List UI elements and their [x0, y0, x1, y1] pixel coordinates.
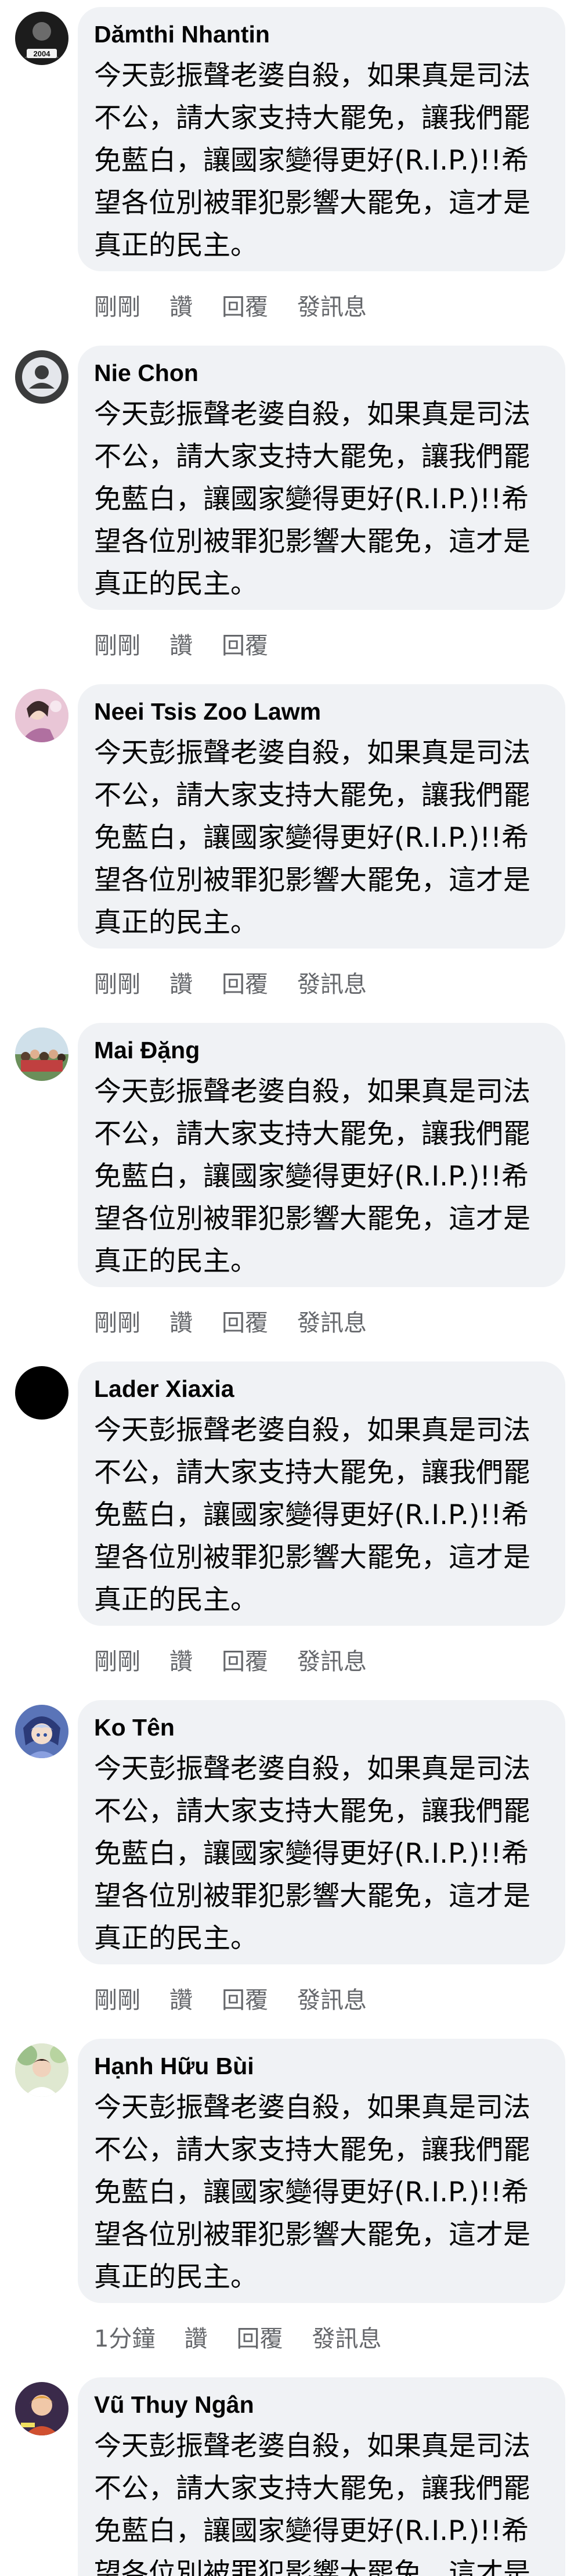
avatar-image: [15, 2382, 68, 2435]
comment-author[interactable]: Mai Đặng: [94, 1036, 200, 1065]
avatar-image: [15, 1705, 68, 1758]
comment-bubble: Ko Tên 今天彭振聲老婆自殺，如果真是司法不公，請大家支持大罷免，讓我們罷免…: [78, 1700, 565, 1964]
comment-author[interactable]: Hạnh Hữu Bùi: [94, 2052, 254, 2081]
comment-actions: 剛剛 讚 回覆 發訊息: [94, 966, 367, 998]
send-message-button[interactable]: 發訊息: [312, 2320, 381, 2354]
send-message-button[interactable]: 發訊息: [297, 288, 367, 322]
comment-author[interactable]: Ko Tên: [94, 1713, 175, 1742]
comment-actions: 剛剛 讚 回覆: [94, 627, 268, 660]
comment-bubble: Vũ Thuy Ngân 今天彭振聲老婆自殺，如果真是司法不公，請大家支持大罷免…: [78, 2377, 565, 2576]
like-button[interactable]: 讚: [169, 1981, 193, 2015]
avatar[interactable]: 2004: [15, 12, 68, 65]
comment-bubble: Neei Tsis Zoo Lawm 今天彭振聲老婆自殺，如果真是司法不公，請大…: [78, 684, 565, 949]
avatar[interactable]: [15, 1027, 68, 1081]
send-message-button[interactable]: 發訊息: [297, 1981, 367, 2015]
send-message-button[interactable]: 發訊息: [297, 1643, 367, 1676]
comment-item: Vũ Thuy Ngân 今天彭振聲老婆自殺，如果真是司法不公，請大家支持大罷免…: [0, 2370, 585, 2576]
avatar-image: [15, 2043, 68, 2097]
avatar[interactable]: [15, 1366, 68, 1420]
like-button[interactable]: 讚: [169, 288, 193, 322]
comment-timestamp[interactable]: 剛剛: [94, 1643, 140, 1676]
reply-button[interactable]: 回覆: [222, 288, 268, 322]
avatar[interactable]: [15, 350, 68, 404]
comment-text: 今天彭振聲老婆自殺，如果真是司法不公，請大家支持大罷免，讓我們罷免藍白，讓國家變…: [94, 737, 530, 939]
avatar-image: [15, 1366, 68, 1420]
comment-item: Neei Tsis Zoo Lawm 今天彭振聲老婆自殺，如果真是司法不公，請大…: [0, 677, 585, 1009]
comment-author[interactable]: Lader Xiaxia: [94, 1374, 234, 1403]
comment-author[interactable]: Dămthi Nhantin: [94, 20, 270, 49]
comment-item: Nie Chon 今天彭振聲老婆自殺，如果真是司法不公，請大家支持大罷免，讓我們…: [0, 339, 585, 671]
comment-bubble: Lader Xiaxia 今天彭振聲老婆自殺，如果真是司法不公，請大家支持大罷免…: [78, 1361, 565, 1626]
comment-timestamp[interactable]: 剛剛: [94, 965, 140, 999]
avatar-image: 2004: [15, 12, 68, 65]
reply-button[interactable]: 回覆: [222, 1304, 268, 1338]
comment-timestamp[interactable]: 剛剛: [94, 1304, 140, 1338]
comment-timestamp[interactable]: 剛剛: [94, 1981, 140, 2015]
like-button[interactable]: 讚: [169, 965, 193, 999]
comment-text: 今天彭振聲老婆自殺，如果真是司法不公，請大家支持大罷免，讓我們罷免藍白，讓國家變…: [94, 60, 530, 261]
comment-text: 今天彭振聲老婆自殺，如果真是司法不公，請大家支持大罷免，讓我們罷免藍白，讓國家變…: [94, 398, 530, 600]
comment-bubble: Nie Chon 今天彭振聲老婆自殺，如果真是司法不公，請大家支持大罷免，讓我們…: [78, 346, 565, 610]
comment-actions: 剛剛 讚 回覆 發訊息: [94, 289, 367, 321]
comment-item: Mai Đặng 今天彭振聲老婆自殺，如果真是司法不公，請大家支持大罷免，讓我們…: [0, 1016, 585, 1348]
like-button[interactable]: 讚: [169, 1304, 193, 1338]
reply-button[interactable]: 回覆: [222, 1643, 268, 1676]
avatar-badge-text: 2004: [34, 49, 51, 58]
comment-author[interactable]: Nie Chon: [94, 358, 198, 387]
default-person-icon: [15, 350, 68, 404]
send-message-button[interactable]: 發訊息: [297, 965, 367, 999]
reply-button[interactable]: 回覆: [222, 627, 268, 660]
comment-item: Ko Tên 今天彭振聲老婆自殺，如果真是司法不公，請大家支持大罷免，讓我們罷免…: [0, 1693, 585, 2025]
reply-button[interactable]: 回覆: [222, 1981, 268, 2015]
comment-text: 今天彭振聲老婆自殺，如果真是司法不公，請大家支持大罷免，讓我們罷免藍白，讓國家變…: [94, 1414, 530, 1616]
like-button[interactable]: 讚: [169, 627, 193, 660]
comment-actions: 1分鐘 讚 回覆 發訊息: [94, 2320, 381, 2353]
comment-text: 今天彭振聲老婆自殺，如果真是司法不公，請大家支持大罷免，讓我們罷免藍白，讓國家變…: [94, 2430, 530, 2576]
comment-bubble: Hạnh Hữu Bùi 今天彭振聲老婆自殺，如果真是司法不公，請大家支持大罷免…: [78, 2039, 565, 2303]
comment-item: Hạnh Hữu Bùi 今天彭振聲老婆自殺，如果真是司法不公，請大家支持大罷免…: [0, 2032, 585, 2364]
avatar[interactable]: [15, 689, 68, 742]
like-button[interactable]: 讚: [184, 2320, 207, 2354]
send-message-button[interactable]: 發訊息: [297, 1304, 367, 1338]
comment-actions: 剛剛 讚 回覆 發訊息: [94, 1305, 367, 1337]
comment-author[interactable]: Neei Tsis Zoo Lawm: [94, 697, 321, 726]
comment-timestamp[interactable]: 剛剛: [94, 288, 140, 322]
comment-text: 今天彭振聲老婆自殺，如果真是司法不公，請大家支持大罷免，讓我們罷免藍白，讓國家變…: [94, 1753, 530, 1955]
reply-button[interactable]: 回覆: [236, 2320, 283, 2354]
comment-item: Lader Xiaxia 今天彭振聲老婆自殺，如果真是司法不公，請大家支持大罷免…: [0, 1355, 585, 1687]
comment-item: 2004 Dămthi Nhantin 今天彭振聲老婆自殺，如果真是司法不公，請…: [0, 0, 585, 332]
avatar[interactable]: [15, 2043, 68, 2097]
comment-timestamp[interactable]: 1分鐘: [94, 2320, 155, 2354]
comment-timestamp[interactable]: 剛剛: [94, 627, 140, 660]
comment-feed: 2004 Dămthi Nhantin 今天彭振聲老婆自殺，如果真是司法不公，請…: [0, 0, 585, 2576]
comment-author[interactable]: Vũ Thuy Ngân: [94, 2390, 254, 2419]
reply-button[interactable]: 回覆: [222, 965, 268, 999]
comment-actions: 剛剛 讚 回覆 發訊息: [94, 1982, 367, 2014]
avatar-image: [15, 689, 68, 742]
comment-bubble: Dămthi Nhantin 今天彭振聲老婆自殺，如果真是司法不公，請大家支持大…: [78, 7, 565, 271]
avatar-image: [15, 1027, 68, 1081]
avatar[interactable]: [15, 2382, 68, 2435]
comment-text: 今天彭振聲老婆自殺，如果真是司法不公，請大家支持大罷免，讓我們罷免藍白，讓國家變…: [94, 1076, 530, 1277]
like-button[interactable]: 讚: [169, 1643, 193, 1676]
comment-actions: 剛剛 讚 回覆 發訊息: [94, 1643, 367, 1676]
comment-bubble: Mai Đặng 今天彭振聲老婆自殺，如果真是司法不公，請大家支持大罷免，讓我們…: [78, 1023, 565, 1287]
comment-text: 今天彭振聲老婆自殺，如果真是司法不公，請大家支持大罷免，讓我們罷免藍白，讓國家變…: [94, 2092, 530, 2293]
avatar[interactable]: [15, 1705, 68, 1758]
